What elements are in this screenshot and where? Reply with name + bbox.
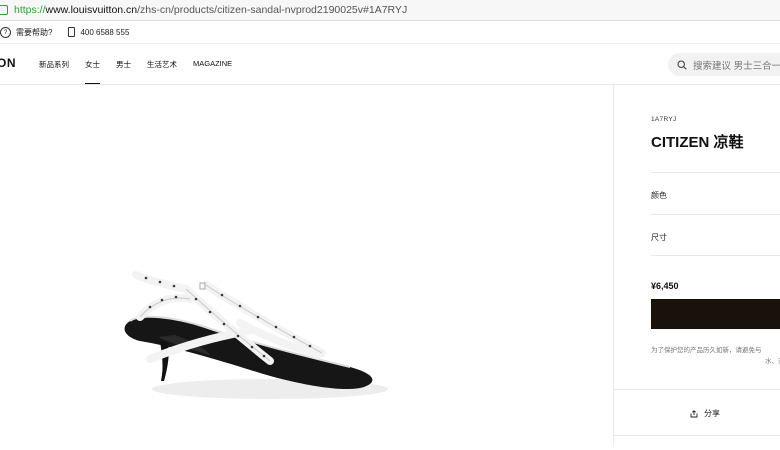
main-header: ON 新品系列 女士 男士 生活艺术 MAGAZINE 搜索建议 男士三合一 [0,44,780,85]
help-icon: ? [0,26,11,38]
care-note-line: 水、汗 [765,358,780,365]
help-link[interactable]: ? 需要帮助? [0,26,53,38]
phone-number: 400 6588 555 [80,27,130,37]
divider [614,435,780,436]
nav-item-women[interactable]: 女士 [85,59,100,84]
sandal-image [124,271,388,399]
url-path: /zhs-cn/products/citizen-sandal-nvprod21… [137,4,408,16]
utility-bar: ? 需要帮助? 400 6588 555 [0,21,780,44]
url-scheme: https:// [14,4,46,16]
phone-icon [68,27,76,37]
product-title: CITIZEN 凉鞋 [651,134,744,151]
product-image[interactable] [0,85,613,445]
product-price: ¥6,450 [651,281,679,291]
divider [651,255,780,256]
search-placeholder: 搜索建议 男士三合一 [693,60,780,72]
url-host: www.louisvuitton.cn [45,4,138,16]
nav-item-new[interactable]: 新品系列 [39,59,69,84]
divider [651,172,780,173]
product-details-panel: 1A7RYJ CITIZEN 凉鞋 颜色 尺寸 ¥6,450 为了保护您的产品历… [614,85,780,445]
divider [614,389,780,390]
product-sku: 1A7RYJ [651,116,677,123]
share-icon [690,409,698,417]
size-selector[interactable]: 尺寸 [651,232,667,243]
color-selector[interactable]: 颜色 [651,190,667,201]
share-button[interactable]: 分享 [690,408,720,419]
nav-item-men[interactable]: 男士 [116,59,131,84]
main-nav: 新品系列 女士 男士 生活艺术 MAGAZINE [39,59,248,84]
divider [651,214,780,215]
care-note: 为了保护您的产品历久如新，请避免与 水、汗 [651,345,780,367]
nav-item-magazine[interactable]: MAGAZINE [193,59,232,84]
add-to-cart-button[interactable] [651,299,780,329]
nav-item-living[interactable]: 生活艺术 [147,59,177,84]
brand-logo[interactable]: ON [0,56,16,70]
phone-link[interactable]: 400 6588 555 [68,27,129,37]
search-input[interactable]: 搜索建议 男士三合一 [668,53,780,76]
help-label: 需要帮助? [16,27,53,37]
address-bar[interactable]: https://www.louisvuitton.cn/zhs-cn/produ… [0,0,780,21]
care-note-line: 为了保护您的产品历久如新，请避免与 [651,347,762,354]
secure-lock-icon [0,5,8,15]
share-label: 分享 [704,409,720,418]
search-icon [677,59,687,70]
